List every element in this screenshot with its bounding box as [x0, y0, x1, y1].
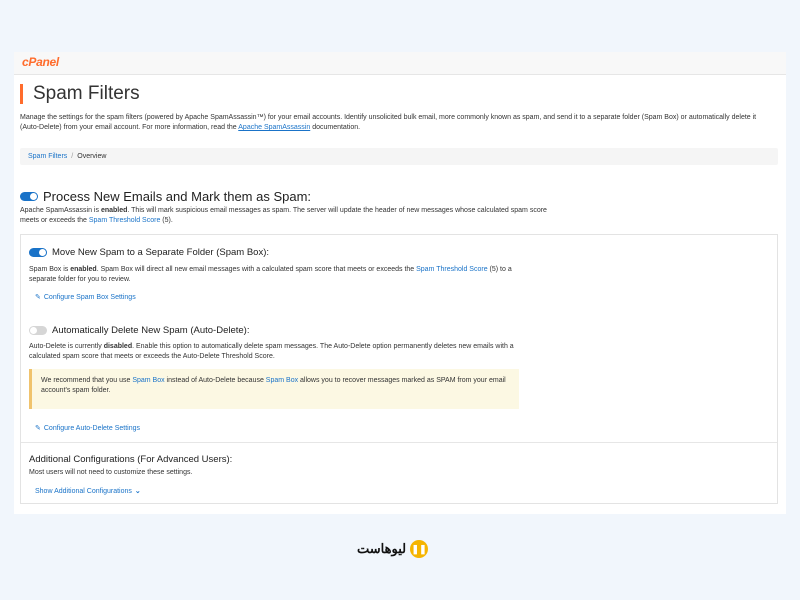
process-desc-3: (5).	[160, 216, 173, 224]
show-advanced-config-label: Show Additional Configurations	[35, 487, 132, 495]
show-advanced-config-button[interactable]: Show Additional Configurations ⌄	[35, 487, 141, 496]
cpanel-page: cPanel Spam Filters Manage the settings …	[14, 52, 786, 514]
configure-spambox-label: Configure Spam Box Settings	[43, 293, 136, 301]
watermark-name: ليوهاست	[357, 541, 407, 556]
toggle-knob	[39, 249, 46, 256]
advanced-heading-row: Additional Configurations (For Advanced …	[29, 454, 232, 465]
spambox-desc-2: . Spam Box will direct all new email mes…	[96, 266, 417, 273]
configure-autodelete-label: Configure Auto-Delete Settings	[43, 424, 140, 432]
page-description-text-1: Manage the settings for the spam filters…	[20, 114, 757, 131]
pencil-icon: ✎	[35, 425, 41, 432]
spambox-desc-bold: enabled	[70, 266, 97, 273]
autodelete-desc-1: Auto-Delete is currently	[29, 343, 104, 350]
spambox-heading-row: Move New Spam to a Separate Folder (Spam…	[29, 247, 269, 258]
toggle-knob	[30, 192, 37, 200]
configure-spambox-button[interactable]: ✎ Configure Spam Box Settings	[35, 293, 136, 302]
breadcrumb-separator: /	[71, 153, 74, 160]
spam-options-panel: Move New Spam to a Separate Folder (Spam…	[20, 234, 778, 504]
configure-autodelete-button[interactable]: ✎ Configure Auto-Delete Settings	[35, 424, 140, 433]
process-desc-bold: enabled	[100, 207, 128, 214]
spambox-heading: Move New Spam to a Separate Folder (Spam…	[52, 247, 270, 258]
brand-logo-icon: ❚❚	[410, 540, 429, 558]
process-spam-heading-row: Process New Emails and Mark them as Spam…	[20, 188, 311, 204]
spambox-desc-1: Spam Box is	[29, 266, 71, 273]
chevron-down-icon: ⌄	[134, 488, 141, 495]
autodelete-description: Auto-Delete is currently disabled. Enabl…	[29, 342, 529, 361]
page-title-wrap: Spam Filters	[20, 84, 140, 104]
apache-spamassassin-link[interactable]: Apache SpamAssassin	[238, 124, 310, 131]
process-spam-toggle[interactable]	[20, 191, 38, 201]
autodelete-toggle[interactable]	[29, 326, 47, 335]
process-spam-heading: Process New Emails and Mark them as Spam…	[43, 188, 312, 204]
page-description: Manage the settings for the spam filters…	[20, 113, 770, 133]
notice-text-1: We recommend that you use	[41, 377, 133, 384]
process-desc-1: Apache SpamAssassin is	[20, 207, 101, 214]
spambox-recommendation-notice: We recommend that you use Spam Box inste…	[29, 369, 519, 409]
notice-text-2: instead of Auto-Delete because	[164, 377, 266, 384]
page-title: Spam Filters	[33, 83, 140, 104]
autodelete-desc-bold: disabled	[103, 343, 133, 350]
advanced-heading: Additional Configurations (For Advanced …	[29, 454, 233, 465]
notice-spambox-link-2[interactable]: Spam Box	[266, 377, 298, 384]
spam-threshold-score-link[interactable]: Spam Threshold Score	[89, 217, 160, 224]
spambox-description: Spam Box is enabled. Spam Box will direc…	[29, 265, 529, 284]
breadcrumb-spam-filters[interactable]: Spam Filters	[28, 153, 67, 160]
autodelete-heading: Automatically Delete New Spam (Auto-Dele…	[52, 325, 250, 336]
process-spam-description: Apache SpamAssassin is enabled. This wil…	[20, 206, 560, 225]
autodelete-heading-row: Automatically Delete New Spam (Auto-Dele…	[29, 325, 249, 336]
notice-spambox-link-1[interactable]: Spam Box	[132, 377, 164, 384]
section-divider	[21, 442, 777, 443]
breadcrumb: Spam Filters / Overview	[20, 148, 778, 165]
watermark-brand: ليوهاست ❚❚	[357, 540, 429, 558]
spambox-threshold-link[interactable]: Spam Threshold Score	[416, 266, 487, 273]
pencil-icon: ✎	[35, 294, 41, 301]
spambox-toggle[interactable]	[29, 248, 47, 257]
page-description-text-2: documentation.	[310, 124, 361, 131]
toggle-knob	[30, 327, 37, 334]
top-bar: cPanel	[14, 52, 786, 75]
advanced-description: Most users will not need to customize th…	[29, 469, 193, 476]
cpanel-logo[interactable]: cPanel	[22, 55, 59, 69]
breadcrumb-overview: Overview	[77, 153, 107, 160]
